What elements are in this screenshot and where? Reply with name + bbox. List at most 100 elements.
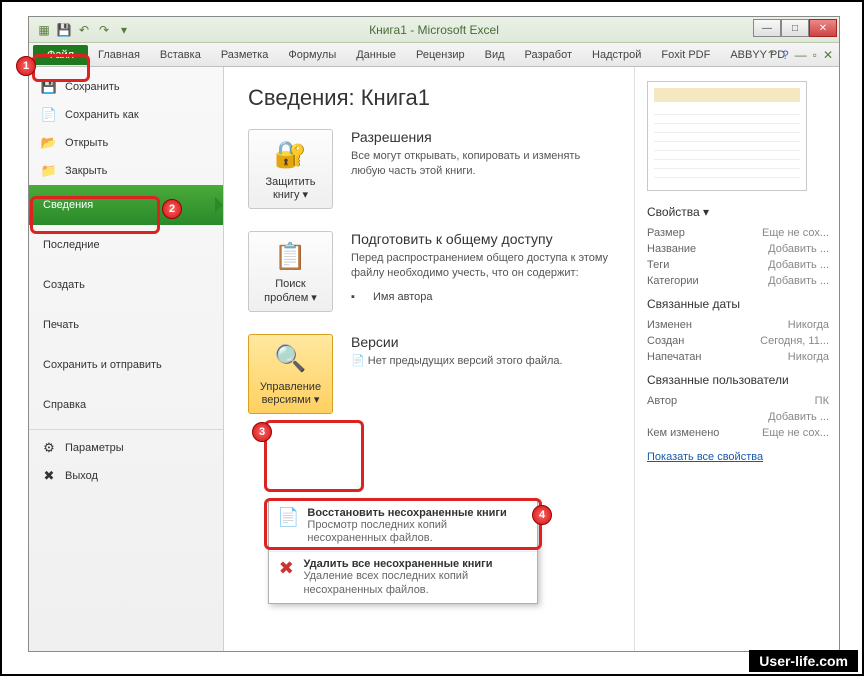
excel-icon: ▦ bbox=[35, 21, 53, 39]
sidebar-item-label: Сохранить как bbox=[65, 109, 139, 121]
bullet-text: Имя автора bbox=[373, 291, 432, 303]
sidebar-info[interactable]: Сведения bbox=[29, 185, 223, 225]
prop-value[interactable]: Добавить ... bbox=[768, 259, 829, 271]
dates-heading: Связанные даты bbox=[647, 297, 829, 311]
document-thumbnail bbox=[647, 81, 807, 191]
button-label: Управление версиями ▾ bbox=[253, 381, 328, 407]
sidebar-print[interactable]: Печать bbox=[29, 305, 223, 345]
delete-unsaved-item[interactable]: ✖ Удалить все несохраненные книги Удален… bbox=[269, 552, 537, 602]
prop-key: Размер bbox=[647, 227, 685, 239]
min-win-icon[interactable]: — bbox=[795, 48, 807, 62]
prop-value: Сегодня, 11... bbox=[760, 335, 829, 347]
minimize-button[interactable]: — bbox=[753, 19, 781, 37]
inspect-icon: 📋 bbox=[273, 238, 309, 274]
section-text: Все могут открывать, копировать и изменя… bbox=[351, 149, 614, 179]
tab-review[interactable]: Рецензир bbox=[406, 46, 475, 64]
annotation-badge: 4 bbox=[532, 505, 552, 525]
manage-versions-dropdown: 📄 Восстановить несохраненные книги Просм… bbox=[268, 500, 538, 604]
prop-key: Категории bbox=[647, 275, 699, 287]
sidebar-help[interactable]: Справка bbox=[29, 385, 223, 425]
button-label: Поиск проблем ▾ bbox=[253, 278, 328, 304]
options-icon: ⚙ bbox=[41, 440, 57, 456]
sidebar-share[interactable]: Сохранить и отправить bbox=[29, 345, 223, 385]
sidebar-open[interactable]: 📂Открыть bbox=[29, 129, 223, 157]
tab-home[interactable]: Главная bbox=[88, 46, 150, 64]
tab-foxit[interactable]: Foxit PDF bbox=[651, 46, 720, 64]
add-author[interactable]: Добавить ... bbox=[768, 411, 829, 423]
section-title: Подготовить к общему доступу bbox=[351, 231, 614, 247]
save-icon[interactable]: 💾 bbox=[55, 21, 73, 39]
saveas-icon: 📄 bbox=[41, 107, 57, 123]
restore-win-icon[interactable]: ▫ bbox=[813, 48, 817, 62]
tab-pagelayout[interactable]: Разметка bbox=[211, 46, 279, 64]
close-win-icon[interactable]: ✕ bbox=[823, 48, 833, 62]
redo-icon[interactable]: ↷ bbox=[95, 21, 113, 39]
sidebar-item-label: Сохранить и отправить bbox=[43, 359, 162, 371]
show-all-properties-link[interactable]: Показать все свойства bbox=[647, 451, 763, 463]
prop-value[interactable]: Добавить ... bbox=[768, 275, 829, 287]
collapse-ribbon-icon[interactable]: ⌃ bbox=[766, 48, 776, 62]
sidebar-save[interactable]: 💾 Сохранить bbox=[29, 73, 223, 101]
sidebar-saveas[interactable]: 📄 Сохранить как bbox=[29, 101, 223, 129]
properties-heading[interactable]: Свойства ▾ bbox=[647, 205, 829, 219]
tab-file[interactable]: Файл bbox=[33, 45, 88, 65]
dropdown-item-desc: Удаление всех последних копий несохранен… bbox=[303, 570, 529, 596]
folder-close-icon: 📁 bbox=[41, 163, 57, 179]
lock-key-icon: 🔐 bbox=[273, 136, 309, 172]
exit-icon: ✖ bbox=[41, 468, 57, 484]
section-title: Версии bbox=[351, 334, 614, 350]
delete-file-icon: ✖ bbox=[277, 558, 295, 596]
prop-value: Еще не сох... bbox=[762, 427, 829, 439]
tab-formulas[interactable]: Формулы bbox=[278, 46, 346, 64]
sidebar-item-label: Параметры bbox=[65, 442, 124, 454]
prop-key: Изменен bbox=[647, 319, 692, 331]
tab-addins[interactable]: Надстрой bbox=[582, 46, 651, 64]
help-icon[interactable]: ? bbox=[782, 48, 789, 62]
manage-versions-button[interactable]: 🔍 Управление версиями ▾ bbox=[248, 334, 333, 414]
sidebar-item-label: Создать bbox=[43, 279, 85, 291]
prop-key: Напечатан bbox=[647, 351, 701, 363]
prop-value: Никогда bbox=[788, 319, 829, 331]
tab-view[interactable]: Вид bbox=[475, 46, 515, 64]
prop-value: Никогда bbox=[788, 351, 829, 363]
prop-value[interactable]: Добавить ... bbox=[768, 243, 829, 255]
folder-open-icon: 📂 bbox=[41, 135, 57, 151]
section-versions: 🔍 Управление версиями ▾ Версии 📄 Нет пре… bbox=[248, 334, 614, 414]
sidebar-item-label: Сведения bbox=[43, 199, 93, 211]
section-title: Разрешения bbox=[351, 129, 614, 145]
sidebar-item-label: Последние bbox=[43, 239, 100, 251]
dropdown-item-title: Удалить все несохраненные книги bbox=[303, 558, 529, 570]
sidebar-item-label: Сохранить bbox=[65, 81, 120, 93]
annotation-badge: 3 bbox=[252, 422, 272, 442]
sidebar-recent[interactable]: Последние bbox=[29, 225, 223, 265]
tab-developer[interactable]: Разработ bbox=[515, 46, 582, 64]
save-icon: 💾 bbox=[41, 79, 57, 95]
maximize-button[interactable]: □ bbox=[781, 19, 809, 37]
recover-unsaved-item[interactable]: 📄 Восстановить несохраненные книги Просм… bbox=[269, 501, 537, 552]
sidebar-item-label: Печать bbox=[43, 319, 79, 331]
window-controls: — □ ✕ bbox=[753, 19, 837, 37]
sidebar-options[interactable]: ⚙ Параметры bbox=[29, 434, 223, 462]
prop-key: Автор bbox=[647, 395, 677, 407]
section-prepare: 📋 Поиск проблем ▾ Подготовить к общему д… bbox=[248, 231, 614, 311]
qat-more-icon[interactable]: ▾ bbox=[115, 21, 133, 39]
window-title: Книга1 - Microsoft Excel bbox=[369, 23, 499, 37]
check-issues-button[interactable]: 📋 Поиск проблем ▾ bbox=[248, 231, 333, 311]
annotation-badge: 1 bbox=[16, 56, 36, 76]
quick-access-toolbar: ▦ 💾 ↶ ↷ ▾ bbox=[29, 21, 133, 39]
properties-panel: Свойства ▾ РазмерЕще не сох... НазваниеД… bbox=[634, 67, 839, 651]
dropdown-item-title: Восстановить несохраненные книги bbox=[307, 507, 529, 519]
sidebar-new[interactable]: Создать bbox=[29, 265, 223, 305]
undo-icon[interactable]: ↶ bbox=[75, 21, 93, 39]
dropdown-item-desc: Просмотр последних копий несохраненных ф… bbox=[307, 519, 529, 545]
page-title: Сведения: Книга1 bbox=[248, 85, 614, 111]
tab-insert[interactable]: Вставка bbox=[150, 46, 211, 64]
button-label: Защитить книгу ▾ bbox=[253, 176, 328, 202]
tab-data[interactable]: Данные bbox=[346, 46, 406, 64]
close-button[interactable]: ✕ bbox=[809, 19, 837, 37]
watermark: User-life.com bbox=[749, 650, 858, 672]
protect-workbook-button[interactable]: 🔐 Защитить книгу ▾ bbox=[248, 129, 333, 209]
sidebar-close[interactable]: 📁Закрыть bbox=[29, 157, 223, 185]
sidebar-exit[interactable]: ✖Выход bbox=[29, 462, 223, 490]
section-text: Перед распространением общего доступа к … bbox=[351, 251, 614, 281]
